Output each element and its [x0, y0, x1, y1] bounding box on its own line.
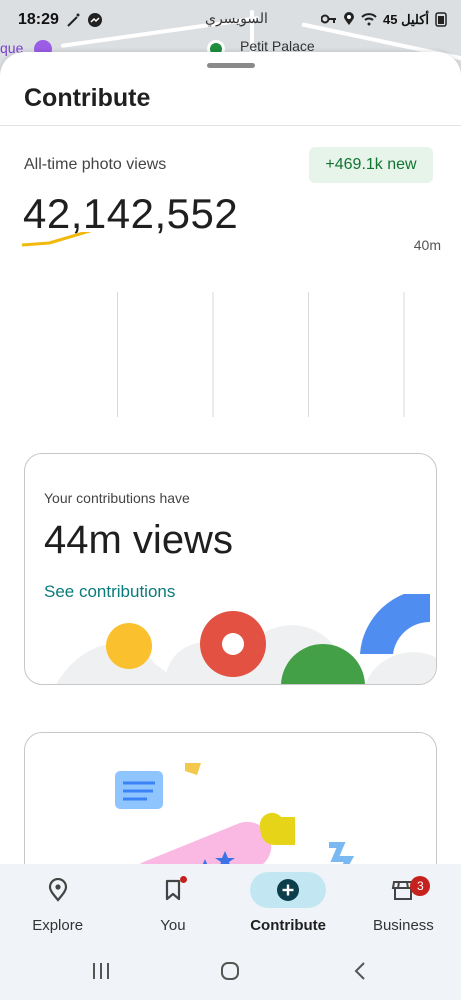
system-navigation-bar: [0, 944, 461, 1000]
messenger-icon: [87, 12, 103, 28]
status-bar: 18:29 أكليل 45: [0, 0, 461, 40]
nav-label-contribute: Contribute: [250, 917, 327, 934]
bookmark-icon: [135, 872, 211, 908]
contributions-views: 44m views: [44, 518, 233, 562]
sheet-title: Contribute: [24, 84, 151, 112]
status-time: 18:29: [18, 11, 59, 28]
new-views-badge: +469.1k new: [309, 147, 433, 183]
status-right-group: أكليل 45: [320, 11, 447, 30]
chart-y-tick-label: 40m: [414, 237, 441, 253]
notification-dot: [179, 876, 187, 883]
store-icon: 3: [365, 872, 441, 908]
business-badge: 3: [410, 876, 431, 896]
key-icon: [320, 13, 337, 28]
carrier-text: أكليل 45: [383, 12, 429, 27]
photo-views-label: All-time photo views: [24, 156, 167, 173]
nav-tab-contribute[interactable]: Contribute: [231, 864, 346, 944]
bottom-navigation: Explore You Contribute 3 Business: [0, 864, 461, 944]
yellow-circle-shape: [106, 623, 152, 669]
nav-label-explore: Explore: [32, 917, 84, 934]
decorative-shapes-art: [56, 594, 436, 684]
add-circle-icon: [250, 872, 327, 908]
contribute-sheet: Contribute All-time photo views +469.1k …: [0, 52, 461, 932]
nav-tab-you[interactable]: You: [115, 864, 230, 944]
recent-apps-icon[interactable]: [90, 960, 112, 987]
nav-label-you: You: [160, 917, 186, 934]
location-icon: [343, 11, 355, 29]
title-divider: [0, 125, 461, 126]
home-icon[interactable]: [219, 960, 241, 987]
back-icon[interactable]: [350, 960, 372, 987]
nav-tab-business[interactable]: 3 Business: [346, 864, 461, 944]
battery-icon: [435, 11, 447, 30]
nav-label-business: Business: [372, 917, 434, 934]
blue-arc-shape: [360, 594, 430, 654]
thumbs-up-icon: [260, 812, 295, 845]
location-pin-icon: [20, 872, 96, 908]
photo-views-total: 42,142,552: [23, 190, 239, 237]
chart-series-line-0: [21, 232, 92, 247]
nav-tab-explore[interactable]: Explore: [0, 864, 115, 944]
contributions-card[interactable]: Your contributions have 44m views See co…: [24, 453, 437, 685]
contributions-intro: Your contributions have: [44, 490, 190, 506]
wifi-icon: [361, 12, 377, 29]
drag-handle[interactable]: [207, 63, 255, 68]
photo-views-chart: 15 Jun22296 Jul43m40m: [21, 232, 441, 417]
magic-wand-icon: [65, 12, 81, 28]
